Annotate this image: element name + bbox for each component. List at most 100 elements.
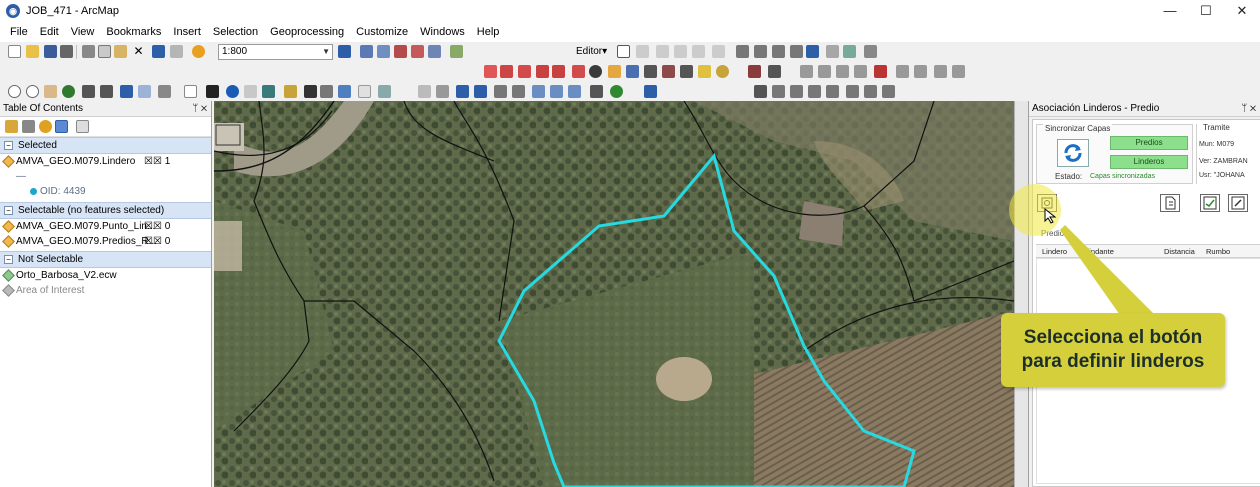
menu-file[interactable]: File [4, 22, 34, 42]
menu-selection[interactable]: Selection [207, 22, 264, 42]
close-button[interactable]: ✕ [1224, 0, 1260, 22]
point-snapping-icon[interactable] [436, 85, 449, 98]
snapping-settings-icon[interactable] [610, 85, 623, 98]
toc-group-not-selectable[interactable]: − Not Selectable [0, 251, 211, 268]
editor-menu-button[interactable]: Editor▾ [576, 44, 607, 60]
toc-options-icon[interactable] [76, 120, 89, 133]
table-of-contents-icon[interactable] [360, 45, 373, 58]
html-popup-icon[interactable] [262, 85, 275, 98]
displacement-links-icon[interactable] [854, 65, 867, 78]
parcel-tool-icon[interactable] [644, 85, 657, 98]
copy-icon[interactable] [98, 45, 111, 58]
toc-layer-area-of-interest[interactable]: Area of Interest [0, 283, 211, 298]
edit-annotation-icon[interactable] [636, 45, 649, 58]
clear-selection-icon[interactable] [184, 85, 197, 98]
menu-customize[interactable]: Customize [350, 22, 414, 42]
union-icon[interactable] [662, 65, 675, 78]
orthophoto-map[interactable] [214, 101, 1014, 487]
focus-data-frame-icon[interactable] [864, 85, 877, 98]
map-scale-dropdown[interactable]: 1:800 ▼ [218, 44, 333, 60]
validate-button[interactable] [1200, 194, 1220, 212]
explode-icon[interactable] [552, 65, 565, 78]
go-to-xy-icon[interactable] [338, 85, 351, 98]
view-link-table-icon[interactable] [896, 65, 909, 78]
predios-button[interactable]: Predios [1110, 136, 1188, 150]
straight-segment-icon[interactable] [656, 45, 669, 58]
zoom-out-icon[interactable] [26, 85, 39, 98]
find-route-icon[interactable] [320, 85, 333, 98]
save-icon[interactable] [44, 45, 57, 58]
full-extent-icon[interactable] [62, 85, 75, 98]
vertex-snapping-icon[interactable] [474, 85, 487, 98]
georeference-icon[interactable] [748, 65, 761, 78]
toc-pin-close[interactable]: ᛘ ✕ [192, 101, 207, 117]
editor-toolbar-icon[interactable] [338, 45, 351, 58]
redo-icon[interactable] [170, 45, 183, 58]
minimize-button[interactable]: — [1152, 0, 1188, 22]
sketch-snapping-icon[interactable] [568, 85, 581, 98]
layout-pan-icon[interactable] [772, 85, 785, 98]
menu-insert[interactable]: Insert [167, 22, 207, 42]
fixed-zoom-in-icon[interactable] [82, 85, 95, 98]
find-icon[interactable] [304, 85, 317, 98]
trace-icon[interactable] [692, 45, 705, 58]
sketch-properties-icon[interactable] [843, 45, 856, 58]
fillet-icon[interactable] [484, 65, 497, 78]
reshape-feature-icon[interactable] [754, 45, 767, 58]
toc-layer-predios[interactable]: AMVA_GEO.M079.Predios_R... ☒☒ 0 [0, 234, 211, 249]
toc-layer-lindero[interactable]: AMVA_GEO.M079.Lindero ☒☒ 1 [0, 154, 211, 169]
change-layout-icon[interactable] [882, 85, 895, 98]
selected-oid[interactable]: OID: 4439 [0, 184, 211, 199]
print-icon[interactable] [60, 45, 73, 58]
select-elements-icon[interactable] [206, 85, 219, 98]
edge-snapping-icon[interactable] [494, 85, 507, 98]
midpoint-snapping-icon[interactable] [532, 85, 545, 98]
forward-arrow-icon[interactable] [138, 85, 151, 98]
rotate-icon[interactable] [806, 45, 819, 58]
topology-icon[interactable] [626, 65, 639, 78]
arctoolbox-icon[interactable] [411, 45, 424, 58]
smooth-icon[interactable] [589, 65, 602, 78]
assoc-pin-close[interactable]: ᛘ ✕ [1241, 101, 1256, 117]
menu-help[interactable]: Help [471, 22, 506, 42]
delete-icon[interactable]: ✕ [132, 45, 145, 58]
search-window-icon[interactable] [394, 45, 407, 58]
spatial-adjustment-icon[interactable] [768, 65, 781, 78]
limited-adjustment-icon[interactable] [874, 65, 887, 78]
catalog-icon[interactable] [377, 45, 390, 58]
cut-polygons-icon[interactable] [772, 45, 785, 58]
zoom-100-icon[interactable] [808, 85, 821, 98]
point-icon[interactable] [712, 45, 725, 58]
adjust-icon[interactable] [914, 65, 927, 78]
undo-icon[interactable] [152, 45, 165, 58]
hyperlink-icon[interactable] [244, 85, 257, 98]
toc-group-selected[interactable]: − Selected [0, 137, 211, 154]
trim-icon[interactable] [518, 65, 531, 78]
edit-tool-icon[interactable] [617, 45, 630, 58]
attribute-transfer-icon[interactable] [836, 65, 849, 78]
fixed-zoom-out-icon[interactable] [100, 85, 113, 98]
identity-link-icon[interactable] [952, 65, 965, 78]
menu-view[interactable]: View [65, 22, 101, 42]
column-rumbo[interactable]: Rumbo [1206, 247, 1230, 256]
layout-zoom-icon[interactable] [754, 85, 767, 98]
linderos-button[interactable]: Linderos [1110, 155, 1188, 169]
collapse-icon[interactable]: − [4, 141, 13, 150]
snapping-icon[interactable] [418, 85, 431, 98]
generalize-icon[interactable] [572, 65, 585, 78]
align-to-shape-icon[interactable] [716, 65, 729, 78]
split-tool-icon[interactable] [790, 45, 803, 58]
clip-icon[interactable] [680, 65, 693, 78]
list-by-selection-icon[interactable] [55, 120, 68, 133]
rubbersheet-icon[interactable] [800, 65, 813, 78]
menu-geoprocessing[interactable]: Geoprocessing [264, 22, 350, 42]
back-arrow-icon[interactable] [120, 85, 133, 98]
python-window-icon[interactable] [428, 45, 441, 58]
line-intersection-icon[interactable] [536, 65, 549, 78]
copy-parallel-icon[interactable] [608, 65, 621, 78]
create-viewer-window-icon[interactable] [378, 85, 391, 98]
merge-icon[interactable] [644, 65, 657, 78]
edit-report-button[interactable] [1228, 194, 1248, 212]
sync-layers-button[interactable] [1057, 139, 1089, 167]
map-display[interactable] [214, 101, 1014, 487]
